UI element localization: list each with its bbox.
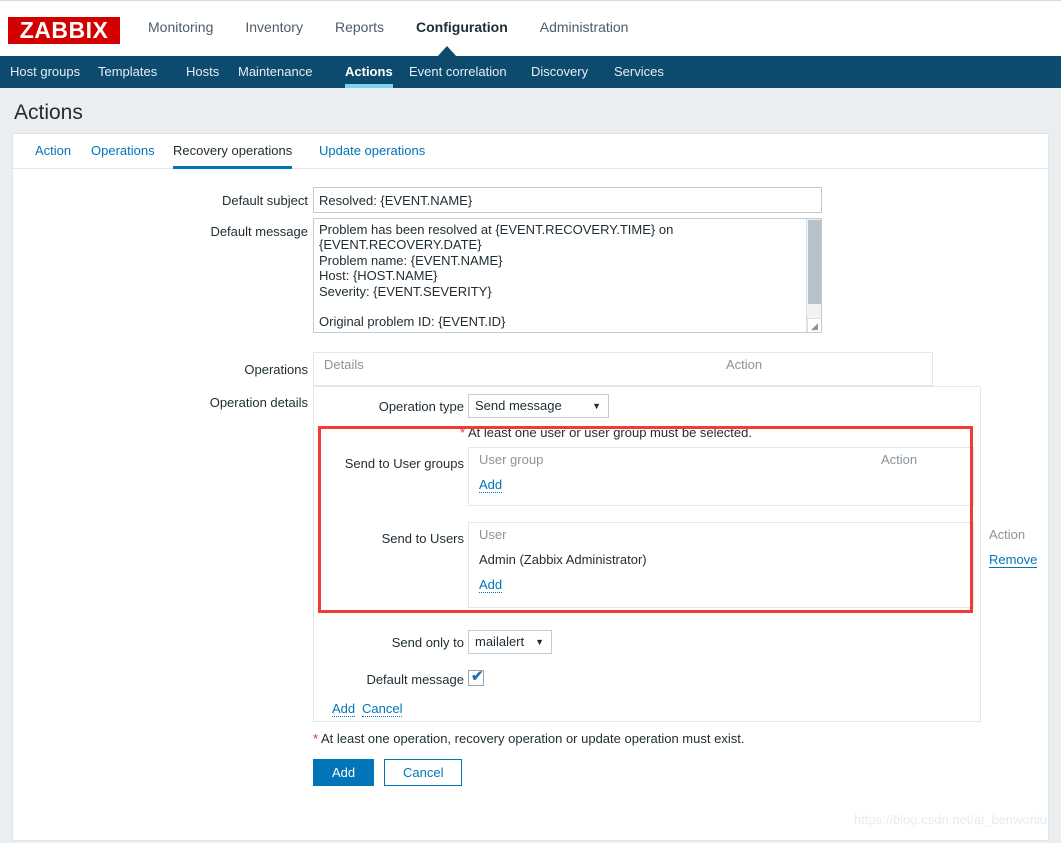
default-subject-input[interactable] — [313, 187, 822, 213]
textarea-resize-handle-icon[interactable]: ◢ — [807, 318, 821, 332]
tab-action[interactable]: Action — [35, 134, 71, 169]
operation-type-value: Send message — [475, 398, 562, 413]
users-add-row: Add — [469, 573, 973, 598]
main-nav-item-monitoring[interactable]: Monitoring — [132, 19, 229, 35]
page-title: Actions — [14, 101, 83, 124]
add-button[interactable]: Add — [313, 759, 375, 786]
add-user-link[interactable]: Add — [479, 577, 503, 593]
sub-nav-item-maintenance[interactable]: Maintenance — [238, 56, 312, 88]
form-tab-bar: Action Operations Recovery operations Up… — [13, 134, 1048, 169]
send-only-to-value: mailalert — [475, 634, 525, 649]
actions-form-card: Action Operations Recovery operations Up… — [12, 133, 1049, 841]
operations-header-details: Details — [324, 357, 364, 372]
tab-update-operations[interactable]: Update operations — [319, 134, 425, 169]
sub-nav-item-actions[interactable]: Actions — [345, 56, 393, 88]
send-to-user-groups-label: Send to User groups — [344, 456, 464, 471]
sub-navigation-bar: Host groups Templates Hosts Maintenance … — [0, 56, 1061, 88]
main-nav-item-configuration[interactable]: Configuration — [400, 19, 524, 35]
textarea-scrollbar[interactable] — [806, 219, 821, 332]
default-message-checkbox[interactable]: ✔ — [468, 668, 484, 686]
user-groups-add-row: Add — [469, 473, 973, 498]
operations-label: Operations — [244, 362, 308, 377]
user-groups-table-header: User group Action — [469, 448, 973, 473]
operations-header-action: Action — [726, 357, 763, 372]
sub-nav-item-hosts[interactable]: Hosts — [186, 56, 219, 88]
textarea-scrollbar-thumb[interactable] — [808, 220, 821, 304]
sub-nav-item-templates[interactable]: Templates — [98, 56, 157, 88]
table-row: Admin (Zabbix Administrator) Remove — [469, 548, 1038, 573]
default-message-text: Problem has been resolved at {EVENT.RECO… — [319, 222, 674, 332]
operation-required-note-text: At least one operation, recovery operati… — [318, 731, 745, 746]
user-required-note: * At least one user or user group must b… — [460, 425, 752, 440]
user-row-name: Admin (Zabbix Administrator) — [479, 552, 647, 567]
send-to-users-label: Send to Users — [381, 531, 464, 546]
operation-details-label: Operation details — [209, 395, 308, 410]
sub-nav-item-event-correlation[interactable]: Event correlation — [409, 56, 507, 88]
operation-required-note: * At least one operation, recovery opera… — [313, 731, 744, 746]
users-table-header: User Action — [469, 523, 1025, 548]
default-subject-label: Default subject — [222, 193, 308, 208]
default-message-checkbox-label: Default message — [366, 672, 464, 687]
default-message-label: Default message — [210, 224, 308, 239]
main-nav-item-reports[interactable]: Reports — [319, 19, 400, 35]
top-header-bar: ZABBIX Monitoring Inventory Reports Conf… — [0, 0, 1061, 57]
add-user-group-link[interactable]: Add — [479, 477, 503, 493]
operation-type-select[interactable]: Send message ▼ — [468, 394, 609, 418]
chevron-down-icon: ▼ — [592, 401, 601, 411]
user-groups-header-action: Action — [881, 452, 918, 467]
zabbix-logo[interactable]: ZABBIX — [8, 17, 120, 44]
page-container: Actions Action Operations Recovery opera… — [0, 88, 1061, 843]
send-to-users-table: User Action Admin (Zabbix Administrator)… — [468, 522, 1038, 608]
sub-nav-item-host-groups[interactable]: Host groups — [10, 56, 80, 88]
remove-user-link[interactable]: Remove — [989, 552, 1038, 568]
users-header-action: Action — [989, 527, 1026, 542]
operation-type-label: Operation type — [378, 399, 464, 414]
chevron-down-icon: ▼ — [535, 637, 544, 647]
operation-cancel-link[interactable]: Cancel — [362, 701, 403, 717]
send-only-to-select[interactable]: mailalert ▼ — [468, 630, 552, 654]
main-nav-item-inventory[interactable]: Inventory — [229, 19, 319, 35]
users-header-name: User — [479, 527, 507, 542]
user-groups-header-name: User group — [479, 452, 544, 467]
send-to-user-groups-table: User group Action Add — [468, 447, 974, 506]
user-required-note-text: At least one user or user group must be … — [465, 425, 752, 440]
tab-recovery-operations[interactable]: Recovery operations — [173, 134, 293, 169]
sub-nav-item-services[interactable]: Services — [614, 56, 664, 88]
operations-table: Details Action — [313, 352, 933, 386]
watermark-text: https://blog.csdn.net/ai_benwoniu — [854, 812, 1047, 827]
sub-nav-item-discovery[interactable]: Discovery — [531, 56, 588, 88]
operation-details-panel: Operation type Send message ▼ * At least… — [313, 386, 1038, 722]
check-icon: ✔ — [471, 668, 484, 685]
default-message-textarea[interactable]: Problem has been resolved at {EVENT.RECO… — [313, 218, 822, 333]
main-navigation: Monitoring Inventory Reports Configurati… — [132, 19, 644, 35]
cancel-button[interactable]: Cancel — [384, 759, 463, 786]
operations-table-header: Details Action — [314, 353, 932, 378]
main-nav-item-administration[interactable]: Administration — [524, 19, 645, 35]
tab-operations[interactable]: Operations — [91, 134, 155, 169]
operation-add-link[interactable]: Add — [332, 701, 356, 717]
send-only-to-label: Send only to — [391, 635, 464, 650]
